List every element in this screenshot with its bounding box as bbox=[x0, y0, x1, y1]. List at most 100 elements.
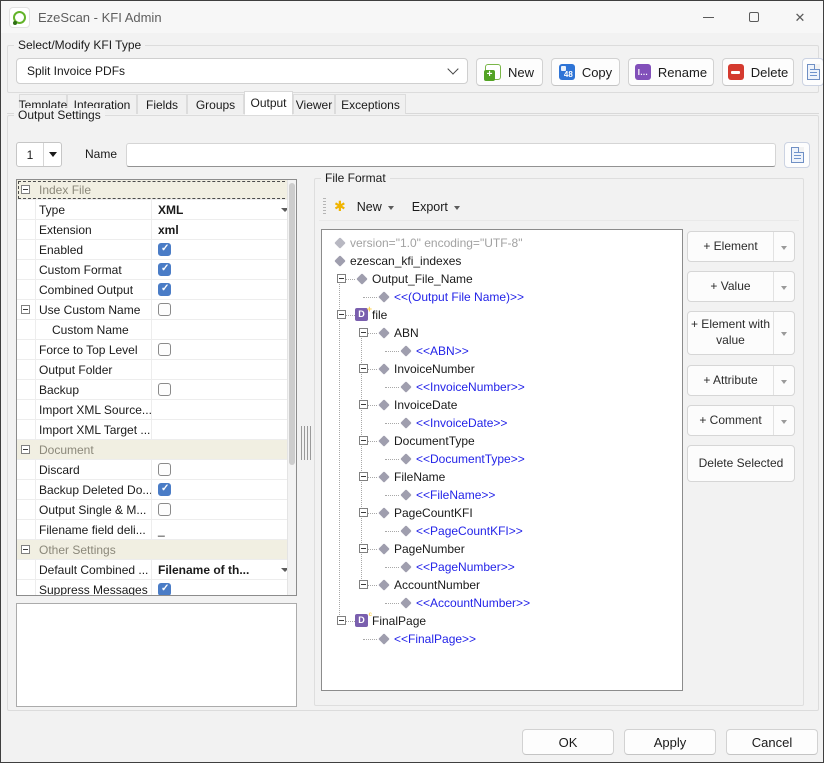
tree-collapse-toggle[interactable] bbox=[337, 616, 346, 625]
checkbox[interactable] bbox=[158, 383, 171, 396]
tree-node-pagenumber[interactable]: PageNumber bbox=[322, 540, 682, 558]
checkbox[interactable] bbox=[158, 343, 171, 356]
checkbox[interactable] bbox=[158, 243, 171, 256]
maximize-button[interactable] bbox=[731, 1, 777, 33]
collapse-toggle-icon[interactable] bbox=[21, 305, 30, 314]
tree-node-invoicenumber[interactable]: InvoiceNumber bbox=[322, 360, 682, 378]
side-button-dropdown[interactable] bbox=[773, 232, 794, 261]
property-row-import-xml-target[interactable]: Import XML Target ... bbox=[17, 420, 296, 440]
cancel-button[interactable]: Cancel bbox=[726, 729, 818, 755]
checkbox[interactable] bbox=[158, 463, 171, 476]
xml-tree[interactable]: version="1.0" encoding="UTF-8"ezescan_kf… bbox=[321, 229, 683, 691]
collapse-toggle-icon[interactable] bbox=[21, 445, 30, 454]
new-kfi-button[interactable]: New bbox=[476, 58, 543, 86]
property-value[interactable] bbox=[152, 280, 296, 299]
rename-kfi-button[interactable]: I… Rename bbox=[628, 58, 714, 86]
checkbox[interactable] bbox=[158, 503, 171, 516]
property-row-suppress-messages[interactable]: Suppress Messages bbox=[17, 580, 296, 596]
side-button-element[interactable]: + Element bbox=[687, 231, 795, 262]
tree-node-filename[interactable]: FileName bbox=[322, 468, 682, 486]
property-row-custom-name[interactable]: Custom Name bbox=[17, 320, 296, 340]
property-value[interactable] bbox=[152, 400, 296, 419]
property-row-output-folder[interactable]: Output Folder bbox=[17, 360, 296, 380]
tree-node-ezescan-kfi-indexes[interactable]: ezescan_kfi_indexes bbox=[322, 252, 682, 270]
property-value[interactable] bbox=[152, 260, 296, 279]
tree-node-finalpage[interactable]: DᶜFinalPage bbox=[322, 612, 682, 630]
tree-node-pagecountkfi[interactable]: PageCountKFI bbox=[322, 504, 682, 522]
property-row-extension[interactable]: Extensionxml bbox=[17, 220, 296, 240]
tab-exceptions[interactable]: Exceptions bbox=[335, 94, 406, 114]
property-row-combined-output[interactable]: Combined Output bbox=[17, 280, 296, 300]
property-row-force-to-top-level[interactable]: Force to Top Level bbox=[17, 340, 296, 360]
tree-collapse-toggle[interactable] bbox=[359, 328, 368, 337]
toolbar-new-dropdown[interactable]: ✱ New bbox=[334, 198, 394, 215]
tab-output[interactable]: Output bbox=[244, 91, 293, 115]
property-value[interactable] bbox=[152, 380, 296, 399]
property-value[interactable] bbox=[152, 240, 296, 259]
tree-collapse-toggle[interactable] bbox=[337, 310, 346, 319]
property-value[interactable]: xml bbox=[152, 220, 296, 239]
checkbox[interactable] bbox=[158, 583, 171, 596]
side-button-delete-selected[interactable]: Delete Selected bbox=[687, 445, 795, 482]
tree-node-invoicedate[interactable]: <<InvoiceDate>> bbox=[322, 414, 682, 432]
collapse-toggle-icon[interactable] bbox=[21, 185, 30, 194]
tree-collapse-toggle[interactable] bbox=[359, 472, 368, 481]
tree-node-finalpage[interactable]: <<FinalPage>> bbox=[322, 630, 682, 648]
tree-node-pagecountkfi[interactable]: <<PageCountKFI>> bbox=[322, 522, 682, 540]
tree-collapse-toggle[interactable] bbox=[359, 508, 368, 517]
property-value[interactable]: XML bbox=[152, 200, 296, 219]
side-button-dropdown[interactable] bbox=[773, 312, 794, 354]
tree-node-documenttype[interactable]: DocumentType bbox=[322, 432, 682, 450]
tree-node-invoicenumber[interactable]: <<InvoiceNumber>> bbox=[322, 378, 682, 396]
tab-viewer[interactable]: Viewer bbox=[293, 94, 335, 114]
property-row-backup-deleted-do[interactable]: Backup Deleted Do... bbox=[17, 480, 296, 500]
tree-collapse-toggle[interactable] bbox=[359, 364, 368, 373]
property-row-backup[interactable]: Backup bbox=[17, 380, 296, 400]
collapse-toggle-icon[interactable] bbox=[21, 545, 30, 554]
property-value[interactable] bbox=[152, 460, 296, 479]
checkbox[interactable] bbox=[158, 303, 171, 316]
side-button-dropdown[interactable] bbox=[773, 272, 794, 301]
property-category-document[interactable]: Document bbox=[17, 440, 296, 460]
property-value[interactable] bbox=[152, 420, 296, 439]
tree-node-file[interactable]: D+file bbox=[322, 306, 682, 324]
property-value[interactable] bbox=[152, 320, 296, 339]
tree-node-invoicedate[interactable]: InvoiceDate bbox=[322, 396, 682, 414]
copy-kfi-button[interactable]: 48 Copy bbox=[551, 58, 620, 86]
property-value[interactable] bbox=[152, 500, 296, 519]
kfi-type-combobox[interactable]: Split Invoice PDFs bbox=[16, 58, 468, 84]
property-value[interactable]: _ bbox=[152, 520, 296, 539]
checkbox[interactable] bbox=[158, 483, 171, 496]
side-button-attribute[interactable]: + Attribute bbox=[687, 365, 795, 396]
property-value[interactable] bbox=[152, 480, 296, 499]
property-value[interactable] bbox=[152, 360, 296, 379]
property-row-use-custom-name[interactable]: Use Custom Name bbox=[17, 300, 296, 320]
delete-kfi-button[interactable]: Delete bbox=[722, 58, 794, 86]
tab-fields[interactable]: Fields bbox=[137, 94, 187, 114]
property-row-custom-format[interactable]: Custom Format bbox=[17, 260, 296, 280]
property-row-default-combined[interactable]: Default Combined ...Filename of th... bbox=[17, 560, 296, 580]
toolbar-export-dropdown[interactable]: Export bbox=[412, 200, 460, 214]
property-value[interactable] bbox=[152, 580, 296, 596]
tree-node-filename[interactable]: <<FileName>> bbox=[322, 486, 682, 504]
scrollbar-thumb[interactable] bbox=[289, 183, 295, 465]
tree-collapse-toggle[interactable] bbox=[359, 436, 368, 445]
side-button-comment[interactable]: + Comment bbox=[687, 405, 795, 436]
property-value[interactable] bbox=[152, 340, 296, 359]
side-button-dropdown[interactable] bbox=[773, 366, 794, 395]
tree-node-accountnumber[interactable]: <<AccountNumber>> bbox=[322, 594, 682, 612]
tree-node-abn[interactable]: ABN bbox=[322, 324, 682, 342]
panel-splitter-handle[interactable] bbox=[301, 426, 312, 460]
tree-node-version-1-0-encoding-utf-8[interactable]: version="1.0" encoding="UTF-8" bbox=[322, 234, 682, 252]
side-button-dropdown[interactable] bbox=[773, 406, 794, 435]
tree-node-documenttype[interactable]: <<DocumentType>> bbox=[322, 450, 682, 468]
output-index-dropdown[interactable] bbox=[43, 143, 61, 166]
minimize-button[interactable] bbox=[685, 1, 731, 33]
tree-collapse-toggle[interactable] bbox=[359, 580, 368, 589]
property-grid-scrollbar[interactable] bbox=[287, 180, 296, 595]
side-button-value[interactable]: + Value bbox=[687, 271, 795, 302]
property-category-other-settings[interactable]: Other Settings bbox=[17, 540, 296, 560]
side-button-element-with-value[interactable]: + Element with value bbox=[687, 311, 795, 355]
tree-collapse-toggle[interactable] bbox=[359, 400, 368, 409]
apply-button[interactable]: Apply bbox=[624, 729, 716, 755]
